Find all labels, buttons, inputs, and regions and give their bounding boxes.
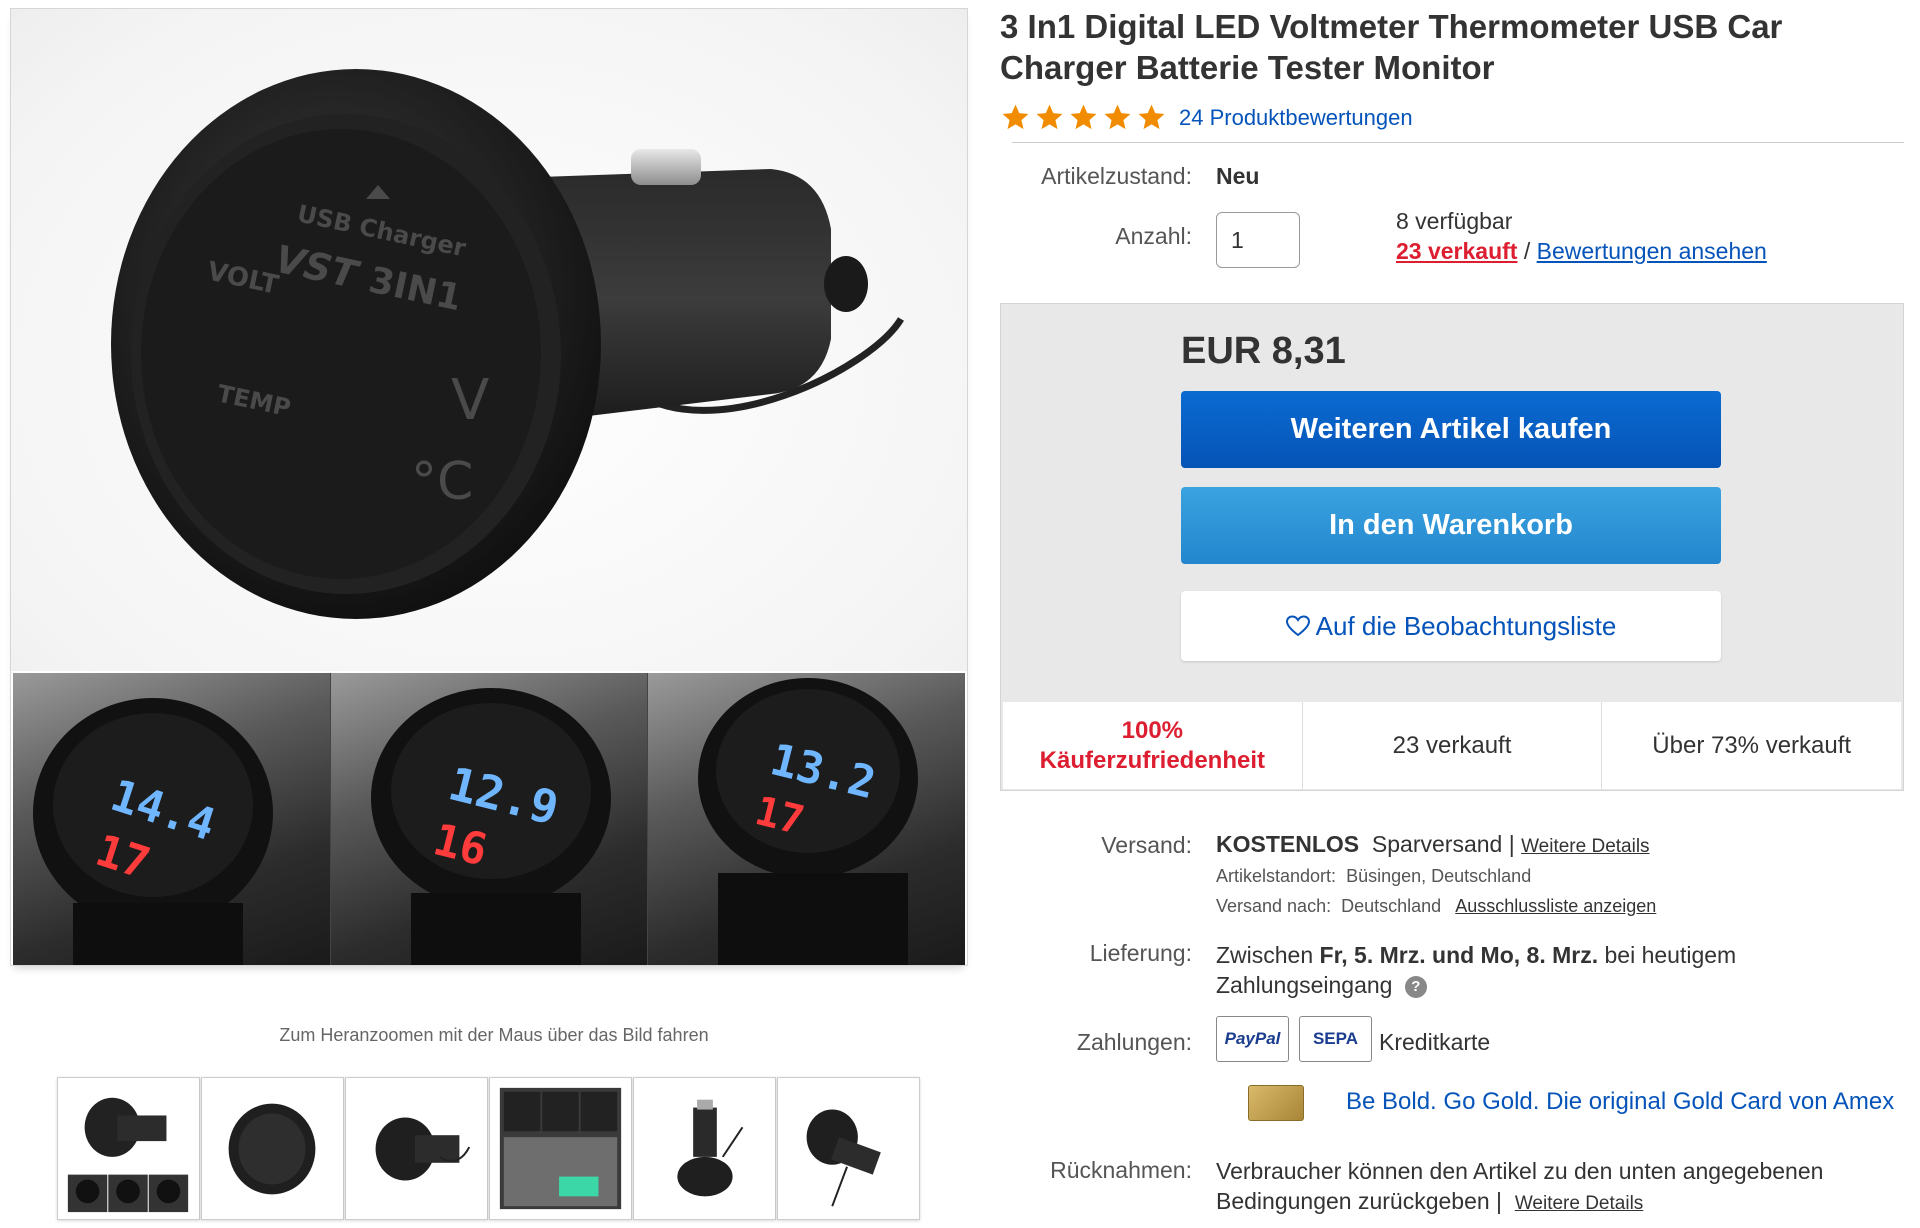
- star-icon: [1104, 104, 1131, 130]
- delivery-info: Zwischen Fr, 5. Mrz. und Mo, 8. Mrz. bei…: [1216, 940, 1896, 1000]
- sold-percent-stat: Über 73% verkauft: [1652, 731, 1852, 759]
- shipping-label: Versand:: [1101, 832, 1192, 858]
- returns-text-2: Bedingungen zurückgeben |: [1216, 1188, 1503, 1214]
- amex-gold-card-icon: [1248, 1085, 1304, 1121]
- returns-label: Rücknahmen:: [1050, 1157, 1192, 1183]
- heart-icon: [1285, 615, 1310, 637]
- quantity-input[interactable]: [1216, 212, 1300, 268]
- thumbnail-4[interactable]: [489, 1077, 632, 1220]
- thumbnail-2[interactable]: [201, 1077, 344, 1220]
- view-reviews-link[interactable]: Bewertungen ansehen: [1537, 238, 1767, 264]
- thumbnail-6[interactable]: [777, 1077, 920, 1220]
- unit-c-label: °C: [411, 452, 473, 512]
- exclusions-link[interactable]: Ausschlussliste anzeigen: [1455, 896, 1656, 916]
- strip-photo-1: 14.4 17: [13, 673, 331, 965]
- thumbnail-1[interactable]: [57, 1077, 200, 1220]
- amex-promo-link[interactable]: Be Bold. Go Gold. Die original Gold Card…: [1346, 1088, 1894, 1116]
- condition-value: Neu: [1216, 163, 1260, 189]
- item-location-label: Artikelstandort:: [1216, 866, 1337, 886]
- strip-photo-3: 13.2 17: [648, 673, 966, 965]
- star-icon: [1002, 104, 1029, 130]
- delivery-label: Lieferung:: [1089, 940, 1192, 966]
- shipping-info: KOSTENLOS Sparversand | Weitere Details: [1216, 831, 1650, 858]
- thumbnail-strip: [57, 1077, 921, 1220]
- help-icon[interactable]: ?: [1404, 975, 1427, 998]
- unit-v-label: V: [451, 368, 489, 433]
- satisfaction-percent: 100%: [1121, 716, 1184, 744]
- product-title: 3 In1 Digital LED Voltmeter Thermometer …: [1000, 8, 1783, 86]
- credit-card-label: Kreditkarte: [1379, 1029, 1491, 1055]
- satisfaction-text: Käuferzufriedenheit: [1039, 746, 1266, 774]
- shipping-details-link[interactable]: Weitere Details: [1521, 836, 1649, 857]
- available-count: 8 verfügbar: [1396, 208, 1513, 234]
- item-location: Artikelstandort: Büsingen, Deutschland: [1216, 866, 1531, 887]
- ships-to-label: Versand nach:: [1216, 896, 1332, 916]
- delivery-text-2: bei heutigem: [1604, 942, 1737, 968]
- ships-to-value: Deutschland: [1341, 896, 1442, 916]
- price: EUR 8,31: [1181, 330, 1346, 372]
- watchlist-label: Auf die Beobachtungsliste: [1315, 610, 1617, 641]
- sold-row: 23 verkauft / Bewertungen ansehen: [1396, 238, 1767, 265]
- product-photo-strip: 14.4 17 12.9 16 13.2 17: [13, 673, 966, 965]
- sales-stats: 100% Käuferzufriedenheit 23 verkauft Übe…: [1003, 702, 1901, 789]
- paypal-logo: PayPal: [1216, 1016, 1289, 1062]
- strip-photo-2: 12.9 16: [330, 673, 649, 965]
- separator: /: [1523, 238, 1531, 264]
- main-product-image[interactable]: USB Charger VST 3IN1 VOLT TEMP V °C 14.4…: [10, 8, 968, 966]
- star-rating: [1000, 102, 1167, 133]
- rating-row: 24 Produktbewertungen: [1000, 102, 1413, 133]
- divider: [1012, 142, 1904, 143]
- zoom-hint: Zum Heranzoomen mit der Maus über das Bi…: [279, 1025, 709, 1045]
- add-to-cart-button[interactable]: In den Warenkorb: [1181, 487, 1721, 564]
- condition-label: Artikelzustand:: [1041, 163, 1192, 189]
- returns-text-1: Verbraucher können den Artikel zu den un…: [1216, 1158, 1824, 1184]
- satisfaction-stat: 100% Käuferzufriedenheit: [1003, 702, 1303, 789]
- quantity-label: Anzahl:: [1115, 223, 1192, 249]
- sold-stat: 23 verkauft: [1303, 702, 1603, 789]
- thumbnail-3[interactable]: [345, 1077, 488, 1220]
- add-to-watchlist-button[interactable]: Auf die Beobachtungsliste: [1181, 591, 1721, 661]
- delivery-text-3: Zahlungseingang: [1216, 972, 1393, 998]
- payments-label: Zahlungen:: [1076, 1029, 1192, 1055]
- ships-to: Versand nach: Deutschland Ausschlusslist…: [1216, 896, 1656, 917]
- delivery-date-range: Fr, 5. Mrz. und Mo, 8. Mrz.: [1319, 942, 1599, 968]
- product-ratings-link[interactable]: 24 Produktbewertungen: [1179, 105, 1413, 131]
- returns-info: Verbraucher können den Artikel zu den un…: [1216, 1156, 1906, 1219]
- returns-details-link[interactable]: Weitere Details: [1515, 1193, 1643, 1214]
- item-location-value: Büsingen, Deutschland: [1346, 866, 1532, 886]
- star-icon: [1036, 104, 1063, 130]
- thumbnail-5[interactable]: [633, 1077, 776, 1220]
- star-icon: [1138, 104, 1165, 130]
- shipping-cost: KOSTENLOS: [1216, 831, 1360, 857]
- sepa-logo: SEPA: [1299, 1016, 1372, 1062]
- sold-link[interactable]: 23 verkauft: [1396, 238, 1517, 264]
- star-icon: [1070, 104, 1097, 130]
- delivery-text-1: Zwischen: [1216, 942, 1314, 968]
- buy-now-button[interactable]: Weiteren Artikel kaufen: [1181, 391, 1721, 468]
- product-photo-main: USB Charger VST 3IN1 VOLT TEMP V °C: [11, 9, 967, 671]
- shipping-method: Sparversand |: [1371, 831, 1515, 857]
